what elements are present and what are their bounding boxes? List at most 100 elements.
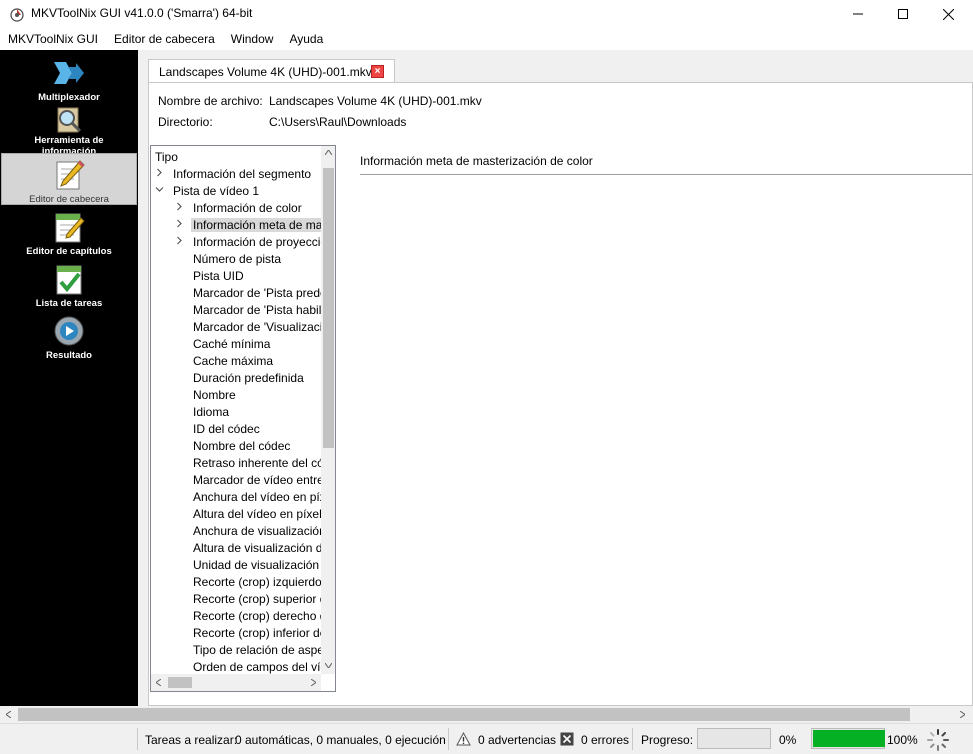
minimize-icon <box>853 13 863 15</box>
menu-help[interactable]: Ayuda <box>281 28 331 50</box>
tree-row-label: Orden de campos del vídeo <box>193 660 321 674</box>
tree-row[interactable]: Información de color <box>151 200 321 217</box>
tree-horizontal-scrollbar[interactable] <box>151 674 321 691</box>
total-progress-value: 100% <box>887 733 918 747</box>
scroll-left-icon[interactable] <box>6 711 11 718</box>
scroll-up-icon[interactable] <box>325 150 332 155</box>
progress-label: Progreso: <box>641 733 694 747</box>
tree-vertical-scroll-thumb[interactable] <box>323 168 334 448</box>
element-tree[interactable]: Tipo Información del segmento Pista de ví… <box>150 145 336 692</box>
tree-row[interactable]: Recorte (crop) inferior del vídeo <box>151 625 321 642</box>
sidebar-item-chapter-editor[interactable]: Editor de capítulos <box>1 210 137 257</box>
tree-row[interactable]: ID del códec <box>151 421 321 438</box>
scroll-left-icon[interactable] <box>156 679 161 686</box>
tree-row[interactable]: Cache máxima <box>151 353 321 370</box>
tree-row-label: Marcador de 'Visualización forzada' <box>193 320 321 334</box>
chevron-right-icon[interactable] <box>155 168 165 180</box>
busy-spinner-icon <box>927 729 949 751</box>
tree-row-label: Nombre <box>193 388 236 402</box>
file-tab[interactable]: Landscapes Volume 4K (UHD)-001.mkv × <box>148 59 395 83</box>
tree-row[interactable]: Marcador de 'Pista habilitada' <box>151 302 321 319</box>
tree-row-label: Retraso inherente del códec <box>193 456 321 470</box>
errors-count[interactable]: 0 errores <box>581 733 629 747</box>
tree-row[interactable]: Información del segmento <box>151 166 321 183</box>
maximize-icon <box>898 9 908 19</box>
title-bar: MKVToolNix GUI v41.0.0 ('Smarra') 64-bit <box>0 0 973 28</box>
sidebar-item-job-output[interactable]: Resultado <box>1 314 137 361</box>
tree-row[interactable]: Nombre del códec <box>151 438 321 455</box>
tree-horizontal-scroll-thumb[interactable] <box>168 677 192 688</box>
tree-row[interactable]: Duración predefinida <box>151 370 321 387</box>
menu-window[interactable]: Window <box>223 28 282 50</box>
scroll-right-icon[interactable] <box>311 679 316 686</box>
tree-row[interactable]: Información de proyección de vídeo <box>151 234 321 251</box>
tree-header: Tipo <box>155 150 178 164</box>
tree-row[interactable]: Caché mínima <box>151 336 321 353</box>
warnings-count[interactable]: 0 advertencias <box>478 733 556 747</box>
warning-icon[interactable] <box>456 732 471 746</box>
chevron-down-icon[interactable] <box>155 185 165 197</box>
menu-header-editor[interactable]: Editor de cabecera <box>106 28 223 50</box>
tree-vertical-scrollbar[interactable] <box>321 146 335 674</box>
tree-row[interactable]: Tipo de relación de aspecto <box>151 642 321 659</box>
tree-row[interactable]: Número de pista <box>151 251 321 268</box>
tree-row[interactable]: Altura de visualización del vídeo <box>151 540 321 557</box>
tree-row[interactable]: Unidad de visualización <box>151 557 321 574</box>
tree-row[interactable]: Pista UID <box>151 268 321 285</box>
tree-row[interactable]: Altura del vídeo en píxeles <box>151 506 321 523</box>
chevron-right-icon[interactable] <box>175 219 185 231</box>
main-horizontal-scrollbar[interactable] <box>0 706 973 723</box>
scroll-down-icon[interactable] <box>325 663 332 668</box>
sidebar-item-info-tool[interactable]: Herramienta de información <box>1 106 137 157</box>
sidebar-item-header-editor[interactable]: Editor de cabecera <box>1 153 137 205</box>
tab-label: Landscapes Volume 4K (UHD)-001.mkv <box>159 65 372 79</box>
close-button[interactable] <box>925 0 971 28</box>
chevron-right-icon[interactable] <box>175 202 185 214</box>
tree-row-label: Anchura de visualización del vídeo <box>193 524 321 538</box>
scroll-right-icon[interactable] <box>960 711 965 718</box>
tree-row-label: Cache máxima <box>193 354 274 368</box>
minimize-button[interactable] <box>835 0 881 28</box>
directory-label: Directorio: <box>158 115 213 129</box>
tree-row[interactable]: Recorte (crop) izquierdo <box>151 574 321 591</box>
current-progress-bar <box>697 728 771 749</box>
tree-row[interactable]: Información meta de masterización de col… <box>151 217 321 234</box>
tree-row-label: Información de proyección de vídeo <box>193 235 321 249</box>
tree-row[interactable]: Recorte (crop) superior del vídeo <box>151 591 321 608</box>
tree-row[interactable]: Marcador de 'Pista predeterminada' <box>151 285 321 302</box>
tree-row-label: Marcador de 'Pista predeterminada' <box>193 286 321 300</box>
tree-row[interactable]: Retraso inherente del códec <box>151 455 321 472</box>
tree-row-label: Pista UID <box>193 269 244 283</box>
tree-row[interactable]: Idioma <box>151 404 321 421</box>
tree-row-label: Unidad de visualización <box>193 558 320 572</box>
tree-row[interactable]: Pista de vídeo 1 <box>151 183 321 200</box>
tree-row-label: Pista de vídeo 1 <box>173 184 260 198</box>
sidebar-item-label: Resultado <box>46 350 92 361</box>
tree-row[interactable]: Recorte (crop) derecho del vídeo <box>151 608 321 625</box>
tab-close-icon[interactable]: × <box>371 65 384 78</box>
window-title: MKVToolNix GUI v41.0.0 ('Smarra') 64-bit <box>31 6 253 20</box>
maximize-button[interactable] <box>880 0 926 28</box>
main-horizontal-scroll-thumb[interactable] <box>18 708 910 721</box>
tree-row-label: Información del segmento <box>173 167 312 181</box>
tree-row[interactable]: Anchura del vídeo en píxeles <box>151 489 321 506</box>
sidebar-item-label: Editor de capítulos <box>26 246 112 257</box>
status-bar: Tareas a realizar: 0 automáticas, 0 manu… <box>0 723 973 754</box>
tree-row[interactable]: Nombre <box>151 387 321 404</box>
tree-row-label: Información de color <box>193 201 302 215</box>
sidebar-item-job-queue[interactable]: Lista de tareas <box>1 262 137 309</box>
total-progress-fill <box>813 730 885 747</box>
menu-bar: MKVToolNix GUI Editor de cabecera Window… <box>0 28 973 50</box>
directory-value: C:\Users\Raul\Downloads <box>269 115 407 129</box>
current-progress-value: 0% <box>779 733 797 747</box>
status-separator <box>448 728 449 750</box>
tree-row[interactable]: Marcador de vídeo entrelazado <box>151 472 321 489</box>
error-icon[interactable] <box>560 732 574 746</box>
tree-row-label: Marcador de 'Pista habilitada' <box>193 303 321 317</box>
sidebar-item-multiplexer[interactable]: Multiplexador <box>1 56 137 103</box>
chevron-right-icon[interactable] <box>175 236 185 248</box>
menu-mkvtoolnix[interactable]: MKVToolNix GUI <box>0 28 106 50</box>
tree-row[interactable]: Anchura de visualización del vídeo <box>151 523 321 540</box>
tree-row[interactable]: Marcador de 'Visualización forzada' <box>151 319 321 336</box>
tasks-value: 0 automáticas, 0 manuales, 0 ejecución <box>235 733 446 747</box>
